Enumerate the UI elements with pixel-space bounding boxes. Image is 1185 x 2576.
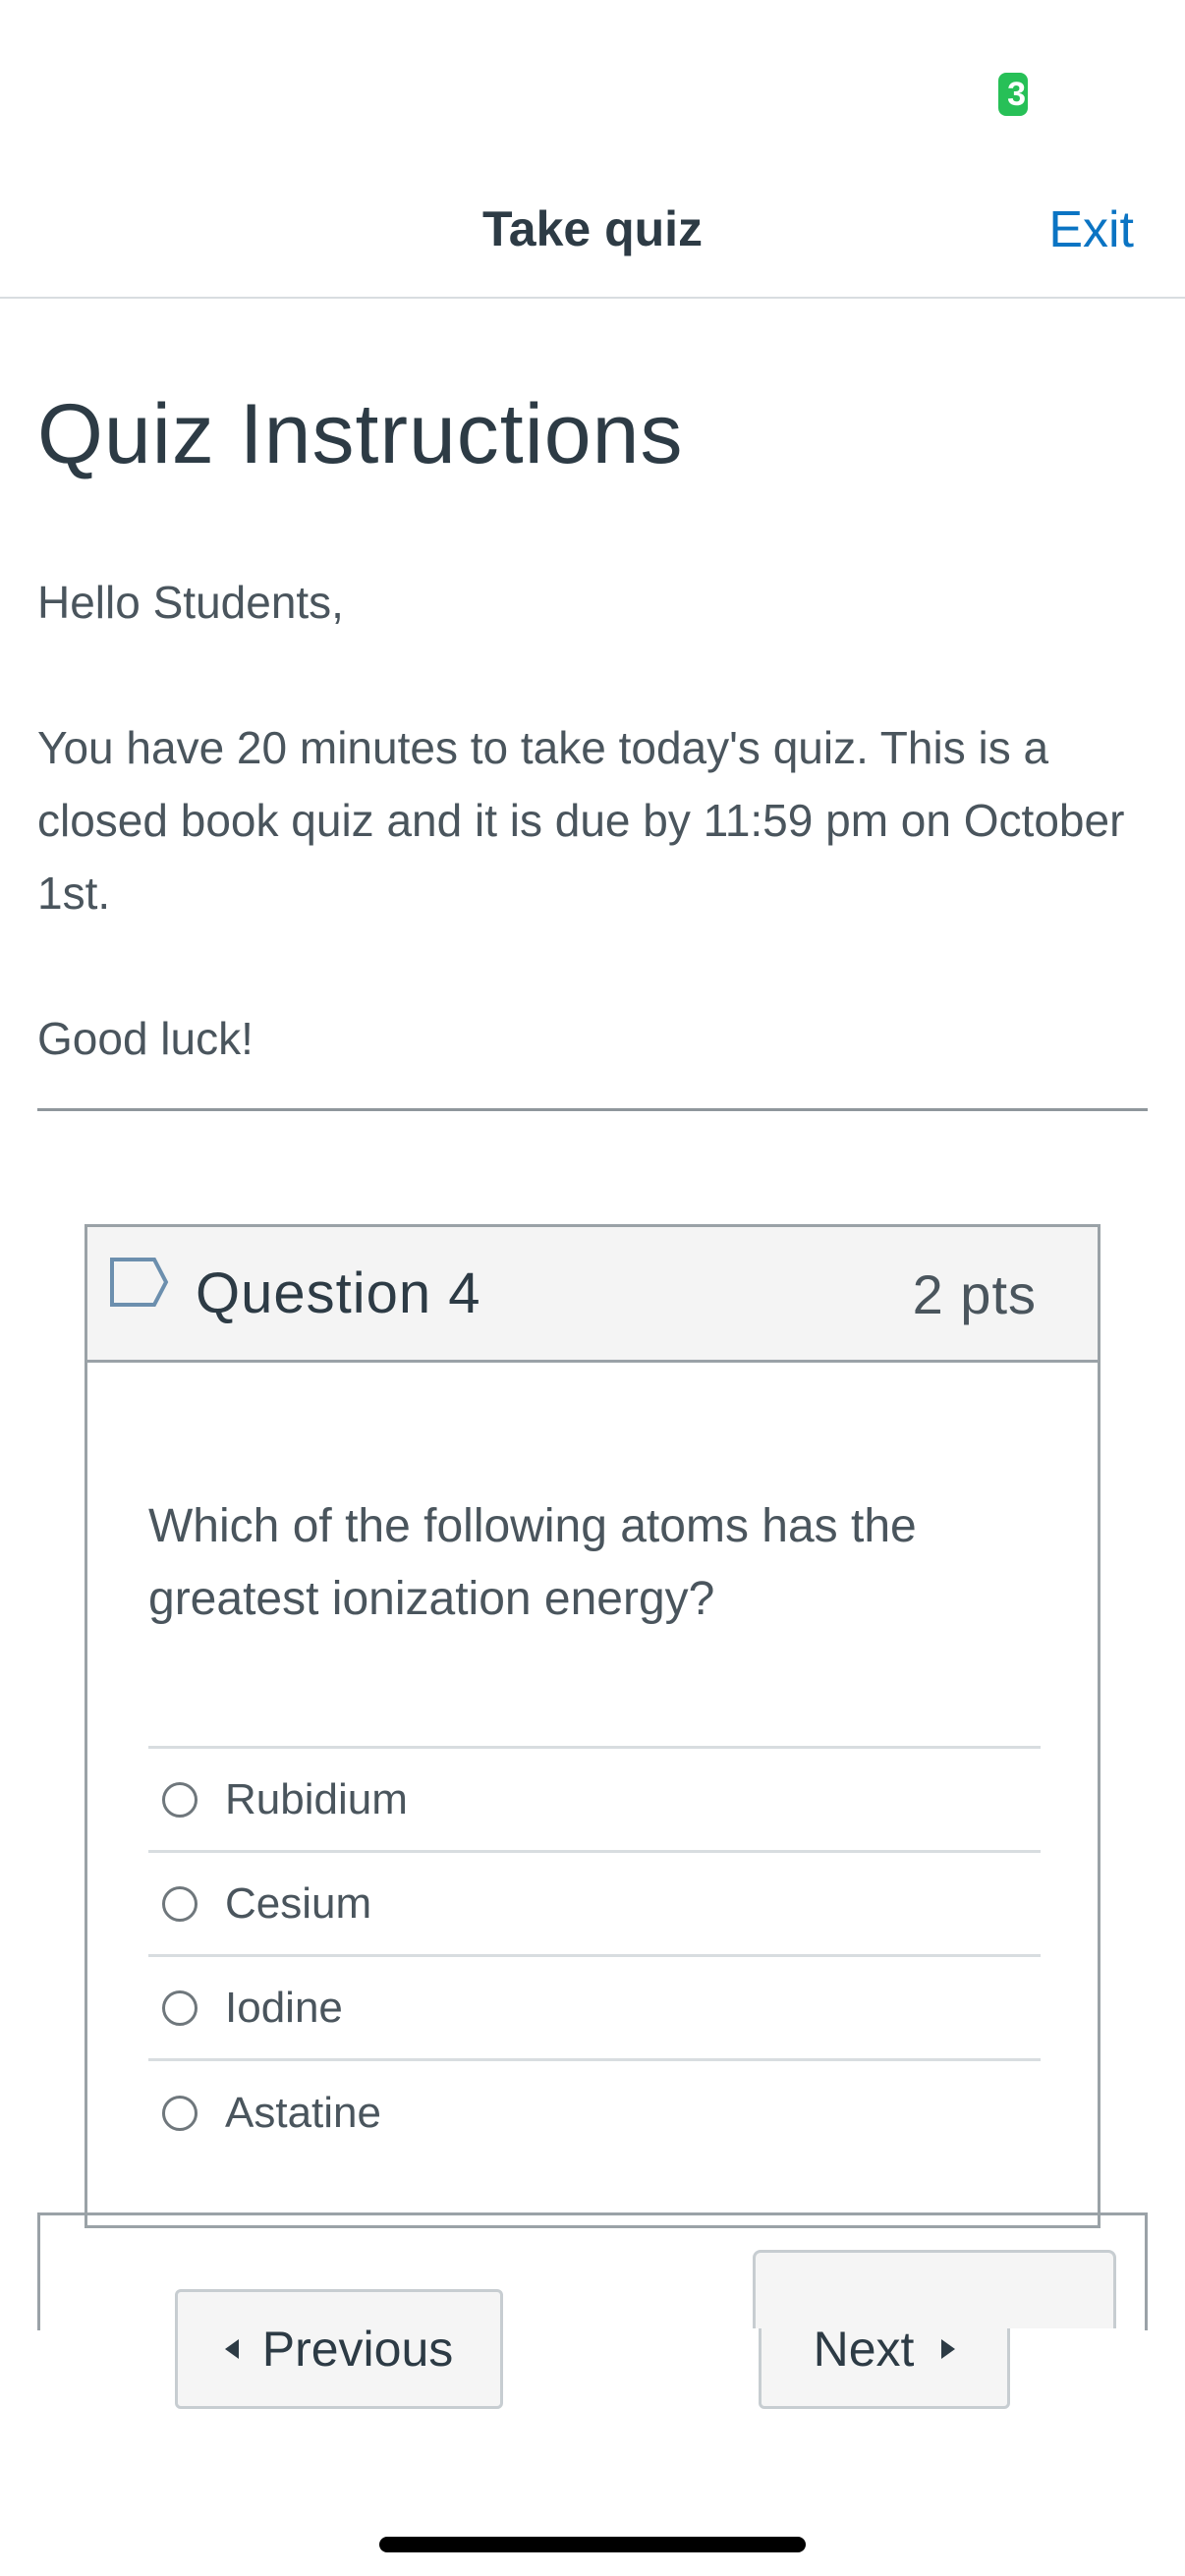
question-title: Question 4 (196, 1261, 481, 1325)
exit-button[interactable]: Exit (1048, 200, 1134, 259)
nav-bar: Take quiz Exit (0, 167, 1185, 299)
notification-badge: 3 (998, 73, 1028, 116)
radio-button[interactable] (162, 2096, 198, 2131)
answer-option-astatine[interactable]: Astatine (148, 2061, 1041, 2165)
question-header: Question 4 2 pts (87, 1227, 1098, 1363)
question-points: 2 pts (912, 1263, 1037, 1325)
submit-button-partial[interactable] (753, 2250, 1116, 2328)
radio-button[interactable] (162, 1781, 198, 1818)
instructions-title: Quiz Instructions (37, 387, 684, 481)
instructions-closing: Good luck! (37, 1013, 254, 1064)
answer-label: Astatine (225, 2089, 381, 2137)
answer-option-iodine[interactable]: Iodine (148, 1957, 1041, 2061)
answer-option-rubidium[interactable]: Rubidium (148, 1749, 1041, 1853)
instructions-divider (37, 1108, 1148, 1111)
answer-label: Iodine (225, 1983, 343, 2032)
nav-title: Take quiz (481, 201, 704, 256)
caret-right-icon (941, 2339, 956, 2359)
answer-label: Rubidium (225, 1774, 408, 1823)
home-indicator[interactable] (379, 2537, 806, 2552)
instructions-greeting: Hello Students, (37, 577, 344, 628)
answer-list: Rubidium Cesium Iodine Astatine (148, 1746, 1041, 2165)
notification-badge-text: 3 (1007, 75, 1026, 113)
question-text: Which of the following atoms has the gre… (148, 1500, 917, 1625)
question-card: Question 4 2 pts Which of the following … (85, 1224, 1100, 2228)
status-bar: 3 (0, 0, 1185, 167)
answer-label: Cesium (225, 1878, 372, 1928)
answer-option-cesium[interactable]: Cesium (148, 1853, 1041, 1957)
flag-question-icon[interactable] (109, 1257, 170, 1308)
radio-button[interactable] (162, 1885, 198, 1922)
instructions-body: You have 20 minutes to take today's quiz… (37, 722, 1125, 919)
caret-left-icon (224, 2339, 239, 2359)
radio-button[interactable] (162, 1989, 198, 2026)
